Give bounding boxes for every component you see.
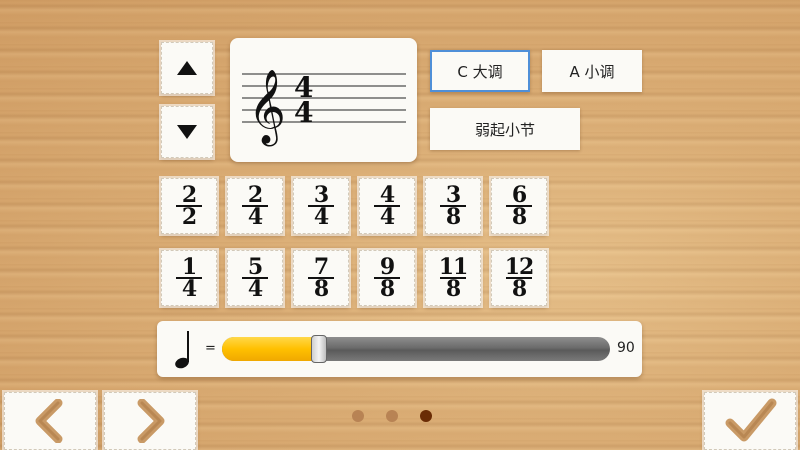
chevron-left-icon <box>35 399 63 443</box>
time-signature-denominator: 4 <box>247 204 263 230</box>
time-signature-option[interactable]: 14 <box>161 250 217 306</box>
chevron-right-icon <box>137 399 165 443</box>
treble-clef-icon: 𝄞 <box>248 70 286 147</box>
time-signature-denominator: 8 <box>313 276 329 302</box>
key-a-minor-button[interactable]: A 小调 <box>542 50 642 92</box>
key-c-major-button[interactable]: C 大调 <box>430 50 530 92</box>
page-indicator <box>352 410 432 422</box>
page-dot[interactable] <box>352 410 364 422</box>
time-signature-denominator: 8 <box>445 276 461 302</box>
pickup-measure-button[interactable]: 弱起小节 <box>430 108 580 150</box>
time-signature-option[interactable]: 44 <box>359 178 415 234</box>
time-signature-denominator: 8 <box>511 276 527 302</box>
tempo-slider-fill <box>222 337 319 361</box>
time-signature-numerator: 9 <box>379 254 395 280</box>
triangle-up-icon <box>177 61 197 75</box>
staff-time-bottom: 4 <box>294 96 313 129</box>
time-signature-denominator: 8 <box>379 276 395 302</box>
time-signature-denominator: 4 <box>313 204 329 230</box>
time-signature-option[interactable]: 38 <box>425 178 481 234</box>
pickup-measure-label: 弱起小节 <box>474 120 535 139</box>
time-signature-denominator: 8 <box>445 204 461 230</box>
time-signature-numerator: 4 <box>379 182 395 208</box>
pitch-up-button[interactable] <box>161 42 213 94</box>
pitch-down-button[interactable] <box>161 106 213 158</box>
time-signature-option[interactable]: 22 <box>161 178 217 234</box>
confirm-button[interactable] <box>704 392 796 450</box>
staff-svg: 𝄞 4 4 <box>242 70 406 147</box>
time-signature-option[interactable]: 78 <box>293 250 349 306</box>
tempo-slider[interactable] <box>222 335 610 363</box>
time-signature-numerator: 3 <box>445 182 461 208</box>
page-dot[interactable] <box>386 410 398 422</box>
time-signature-option[interactable]: 68 <box>491 178 547 234</box>
time-signature-denominator: 4 <box>247 276 263 302</box>
time-signature-numerator: 2 <box>181 182 197 208</box>
page-dot[interactable] <box>420 410 432 422</box>
time-signature-numerator: 5 <box>247 254 263 280</box>
tempo-panel: = 90 <box>157 321 642 377</box>
forward-button[interactable] <box>104 392 196 450</box>
time-signature-denominator: 4 <box>181 276 197 302</box>
tempo-equals: = <box>205 341 216 356</box>
triangle-down-icon <box>177 125 197 139</box>
tempo-slider-handle[interactable] <box>311 335 327 363</box>
key-c-major-label: C 大调 <box>457 62 503 81</box>
staff-preview: 𝄞 4 4 <box>230 38 417 162</box>
time-signature-option[interactable]: 98 <box>359 250 415 306</box>
time-signature-numerator: 2 <box>247 182 263 208</box>
time-signature-numerator: 1 <box>181 254 197 280</box>
checkmark-icon <box>725 398 777 442</box>
time-signature-numerator: 7 <box>313 254 329 280</box>
time-signature-denominator: 8 <box>511 204 527 230</box>
time-signature-numerator: 11 <box>438 254 469 280</box>
back-button[interactable] <box>4 392 96 450</box>
time-signature-option[interactable]: 11 8 <box>425 250 481 306</box>
tempo-value: 90 <box>617 340 635 356</box>
time-signature-option[interactable]: 24 <box>227 178 283 234</box>
time-signature-numerator: 3 <box>313 182 329 208</box>
quarter-note-icon <box>175 331 189 369</box>
time-signature-denominator: 4 <box>379 204 395 230</box>
time-signature-option[interactable]: 12 8 <box>491 250 547 306</box>
time-signature-option[interactable]: 34 <box>293 178 349 234</box>
time-signature-numerator: 6 <box>511 182 527 208</box>
time-signature-option[interactable]: 54 <box>227 250 283 306</box>
time-signature-denominator: 2 <box>181 204 197 230</box>
time-signature-numerator: 12 <box>504 254 535 280</box>
key-a-minor-label: A 小调 <box>569 62 615 81</box>
